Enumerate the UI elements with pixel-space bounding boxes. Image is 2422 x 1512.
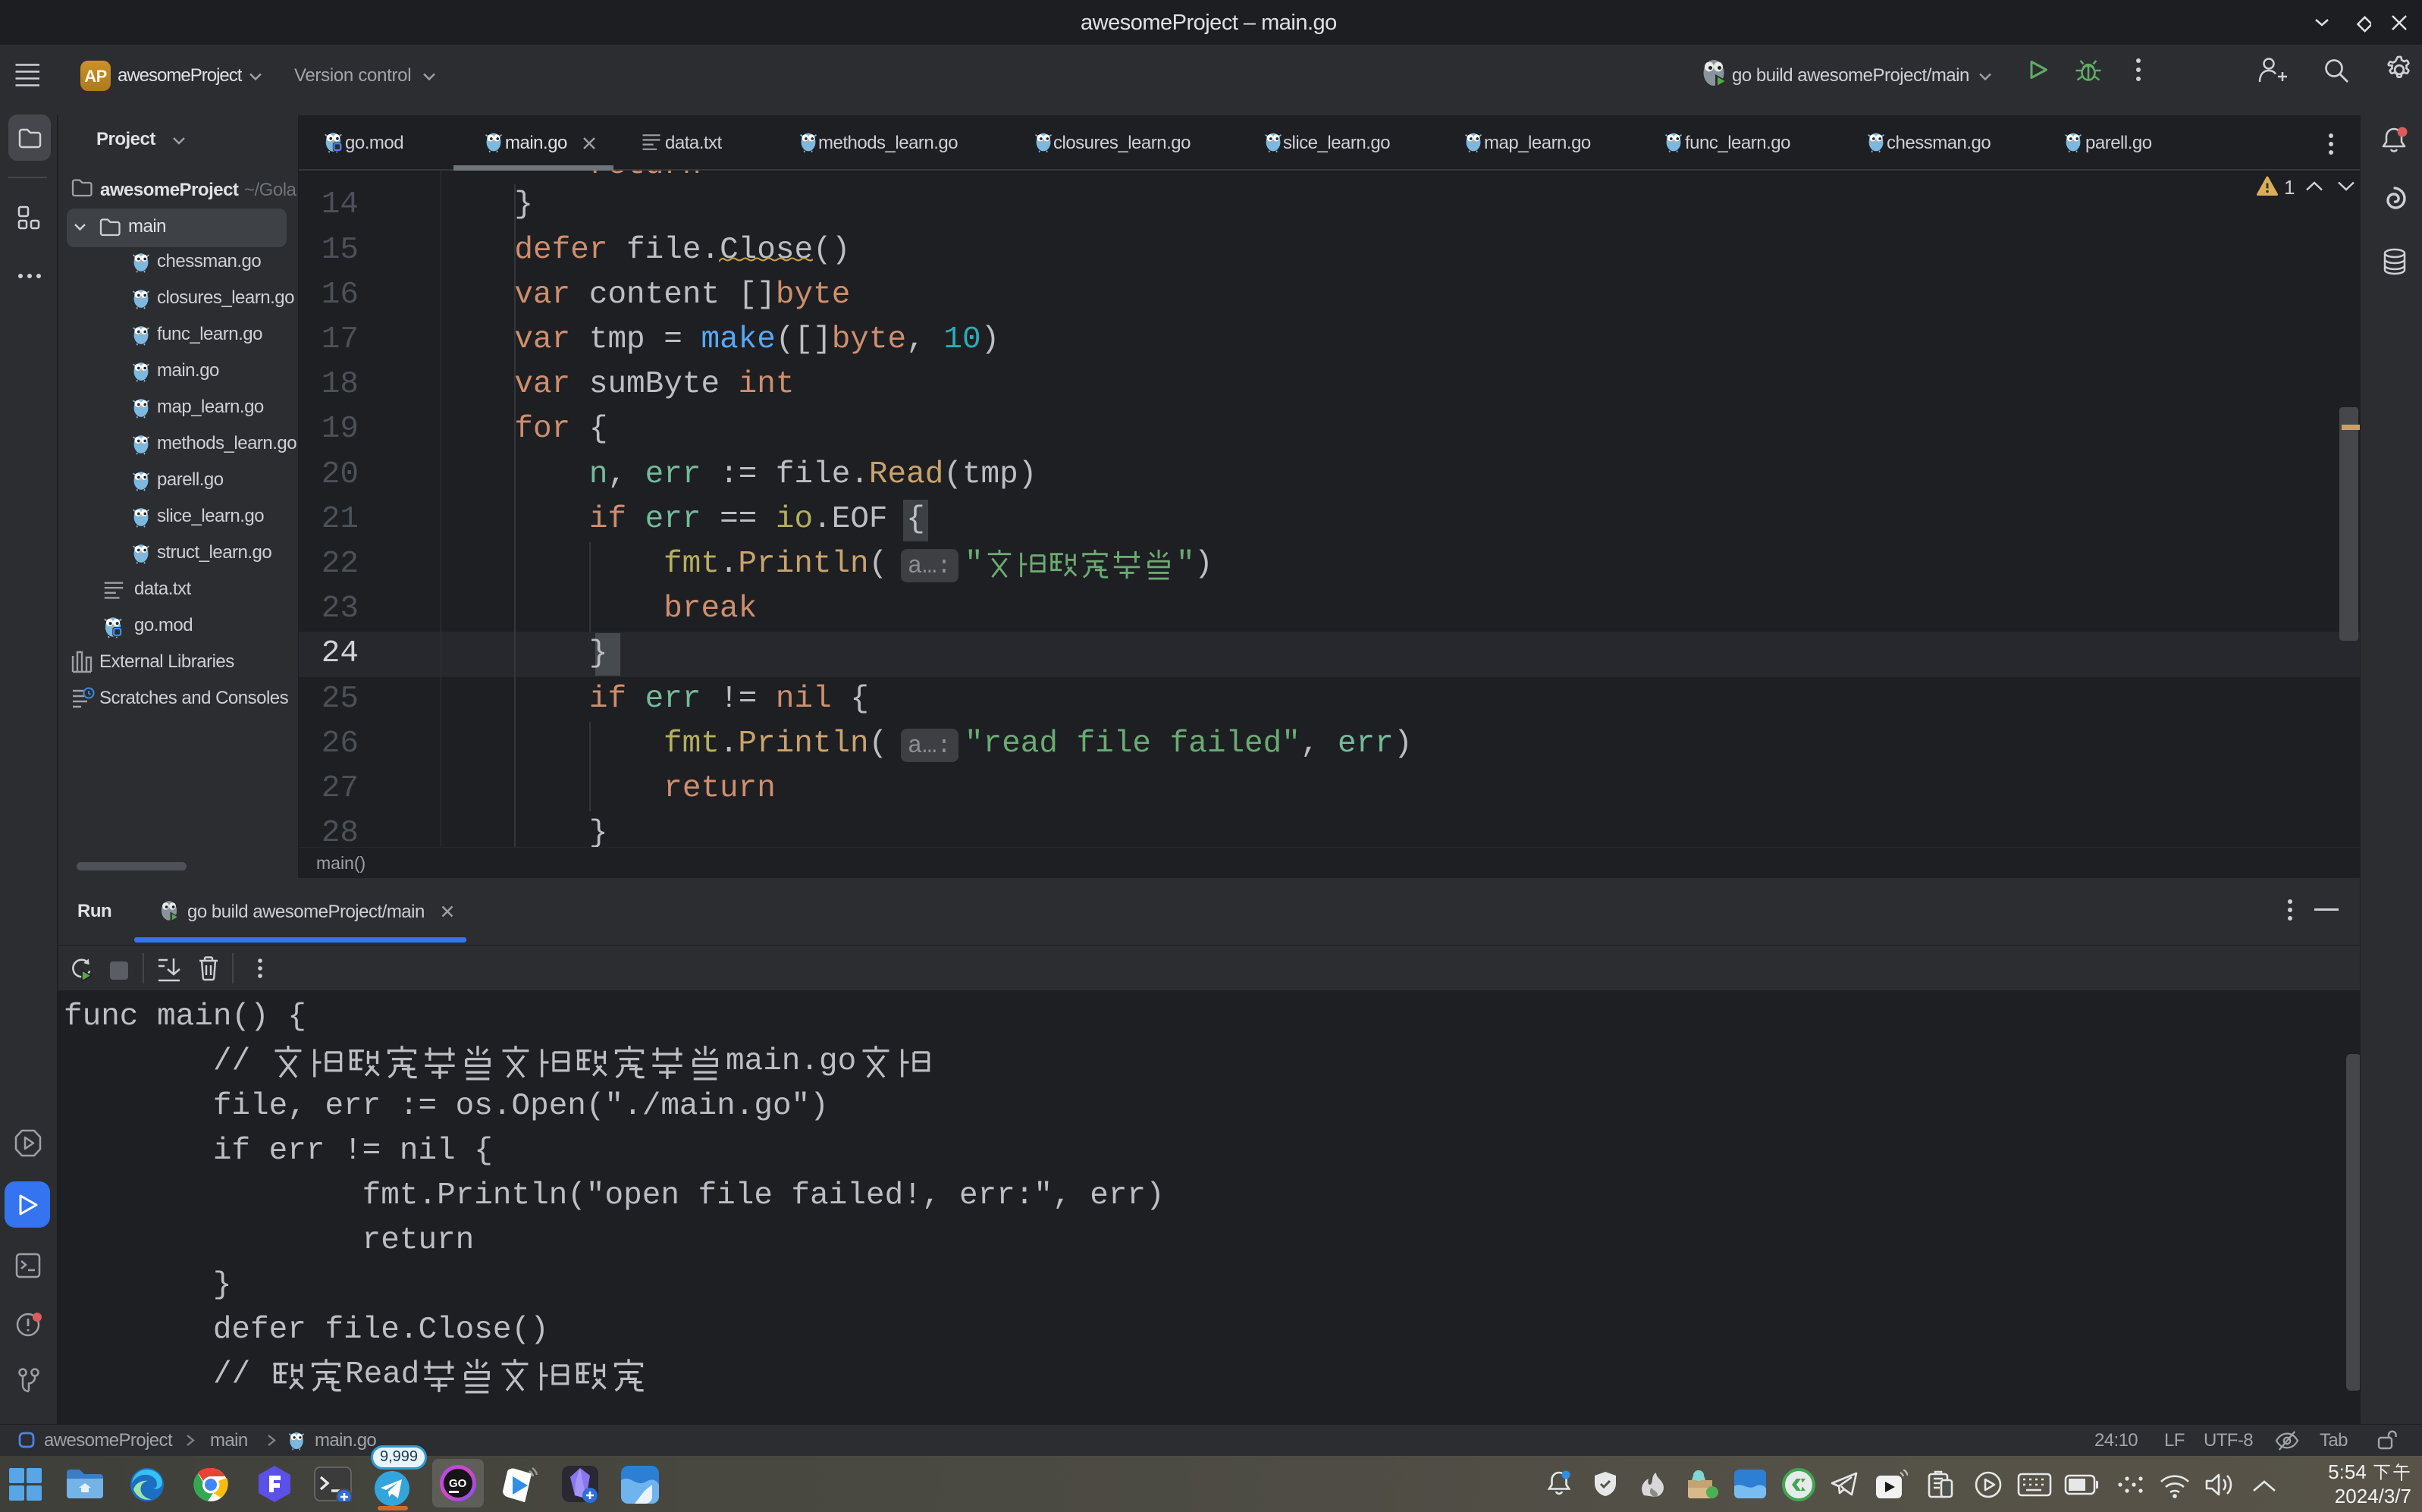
svg-text:GO: GO: [449, 1477, 467, 1490]
